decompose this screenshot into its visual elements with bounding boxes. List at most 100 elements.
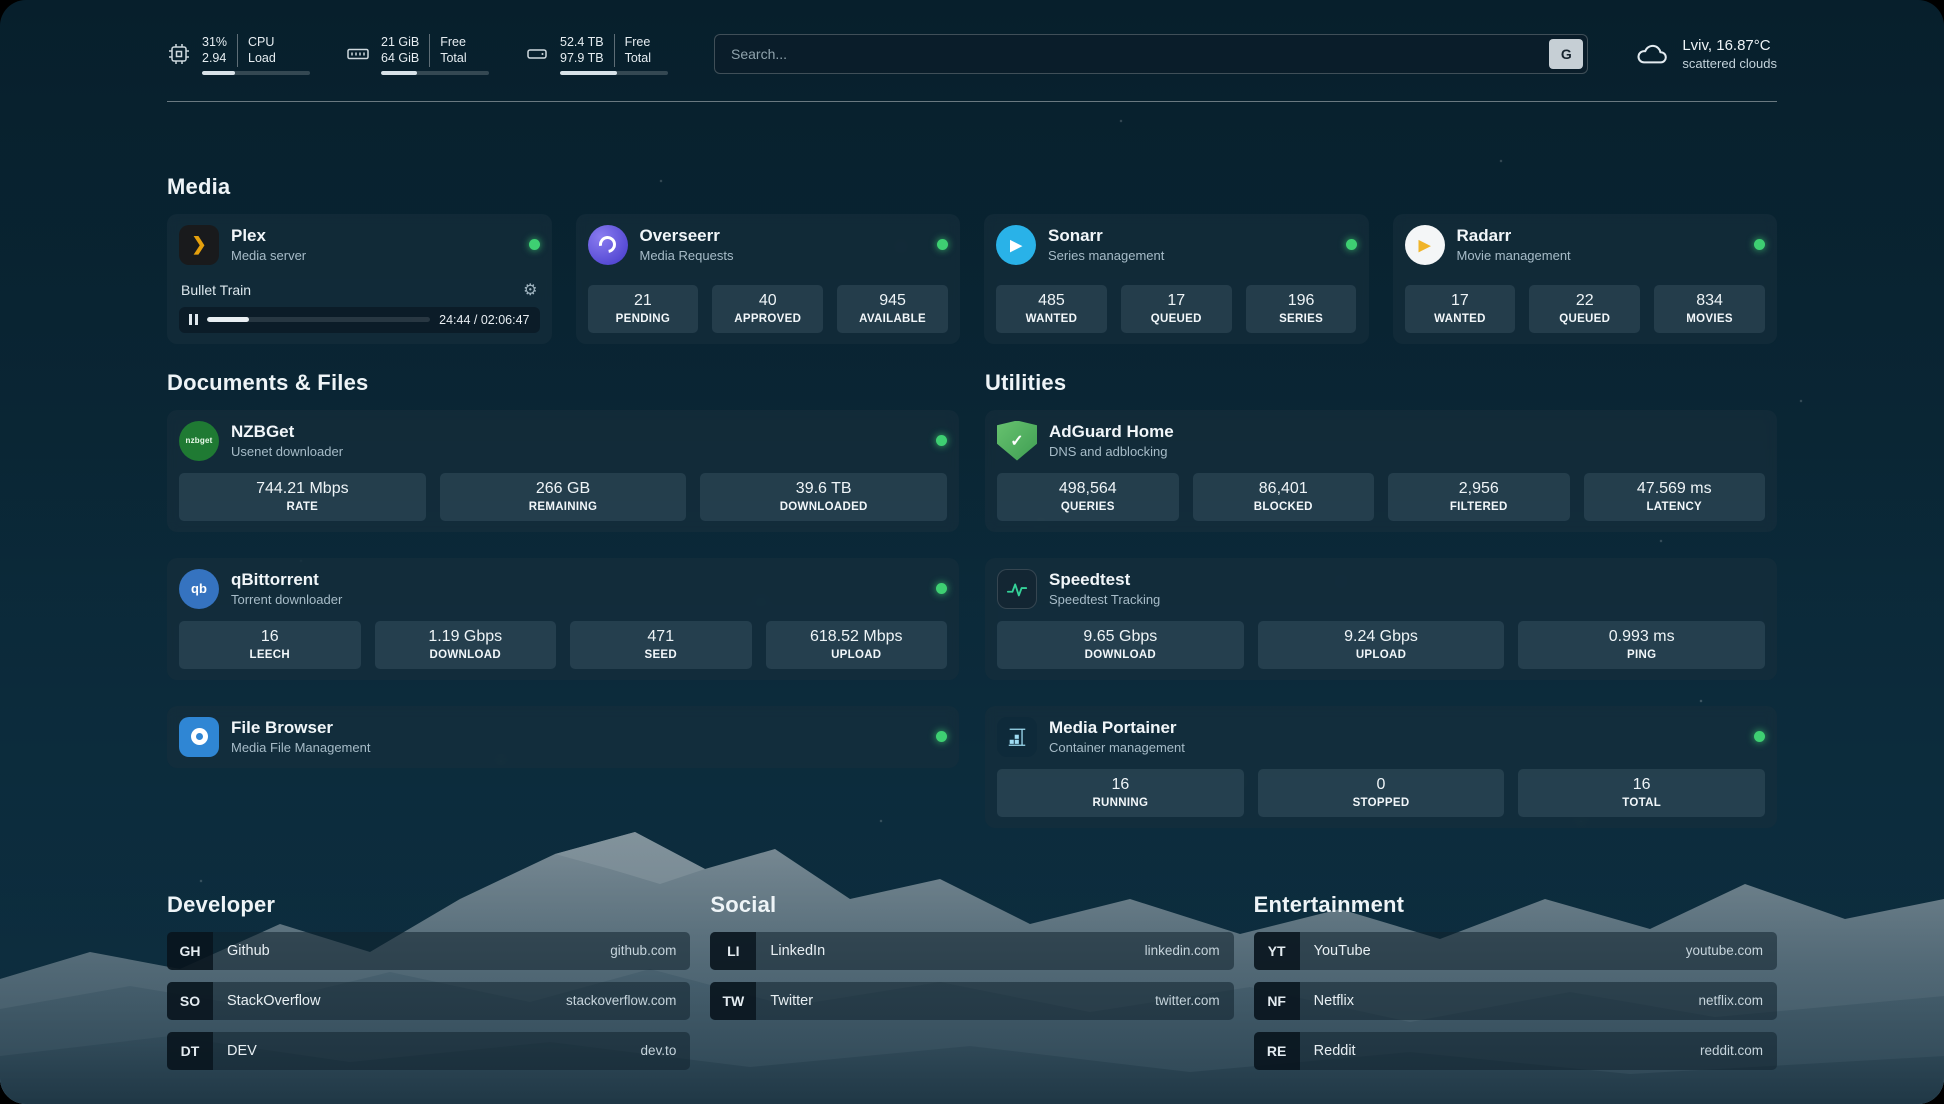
stat-queued: 17 QUEUED bbox=[1121, 285, 1232, 333]
bookmark-name: LinkedIn bbox=[756, 932, 825, 970]
top-bar: 31% 2.94 CPU Load bbox=[167, 0, 1777, 75]
app-card-adguard-home[interactable]: ✓ AdGuard Home DNS and adblocking 498,56… bbox=[985, 410, 1777, 532]
search-input[interactable] bbox=[714, 34, 1588, 74]
ram-total-value: 64 GiB bbox=[381, 50, 419, 66]
stat-queries: 498,564 QUERIES bbox=[997, 473, 1179, 521]
stat-value: 1.19 Gbps bbox=[379, 628, 553, 646]
plex-icon: ❯ bbox=[179, 225, 219, 265]
bookmark-twitter[interactable]: TW Twitter twitter.com bbox=[710, 982, 1233, 1020]
now-playing-title: Bullet Train bbox=[181, 282, 251, 298]
app-desc: Media server bbox=[231, 248, 306, 263]
card-header: ✓ AdGuard Home DNS and adblocking bbox=[997, 421, 1765, 461]
stat-label: PING bbox=[1522, 649, 1761, 661]
section-title-entertainment: Entertainment bbox=[1254, 892, 1777, 918]
stat-label: DOWNLOAD bbox=[1001, 649, 1240, 661]
app-card-file-browser[interactable]: File Browser Media File Management bbox=[167, 706, 959, 768]
disk-icon bbox=[525, 42, 549, 66]
overseerr-icon bbox=[588, 225, 628, 265]
divider bbox=[237, 34, 238, 67]
app-card-radarr[interactable]: ▶ Radarr Movie management 17 WANTED 22 Q… bbox=[1393, 214, 1778, 344]
ram-progress-bar bbox=[381, 71, 489, 75]
app-name: Media Portainer bbox=[1049, 718, 1185, 738]
stat-wanted: 17 WANTED bbox=[1405, 285, 1516, 333]
ram-widget: 21 GiB 64 GiB Free Total bbox=[346, 34, 489, 75]
stat-label: PENDING bbox=[592, 313, 695, 325]
radarr-icon: ▶ bbox=[1405, 225, 1445, 265]
gear-icon[interactable]: ⚙ bbox=[523, 280, 537, 300]
app-name: Radarr bbox=[1457, 226, 1571, 246]
qbittorrent-icon: qb bbox=[179, 569, 219, 609]
bookmark-stackoverflow[interactable]: SO StackOverflow stackoverflow.com bbox=[167, 982, 690, 1020]
bookmark-dev[interactable]: DT DEV dev.to bbox=[167, 1032, 690, 1070]
stat-leech: 16 LEECH bbox=[179, 621, 361, 669]
bookmark-section-social: Social LI LinkedIn linkedin.com TW Twitt… bbox=[710, 892, 1233, 1032]
app-name: NZBGet bbox=[231, 422, 343, 442]
search-engine-button[interactable]: G bbox=[1549, 39, 1583, 69]
stat-label: WANTED bbox=[1000, 313, 1103, 325]
bookmark-abbr: NF bbox=[1254, 982, 1300, 1020]
ram-icon bbox=[346, 42, 370, 66]
app-desc: Torrent downloader bbox=[231, 592, 342, 607]
stat-pending: 21 PENDING bbox=[588, 285, 699, 333]
status-dot-online bbox=[1754, 731, 1765, 742]
stats-row: 17 WANTED 22 QUEUED 834 MOVIES bbox=[1405, 285, 1766, 333]
app-card-speedtest[interactable]: Speedtest Speedtest Tracking 9.65 Gbps D… bbox=[985, 558, 1777, 680]
pause-icon[interactable] bbox=[189, 314, 198, 325]
app-desc: Media File Management bbox=[231, 740, 370, 755]
app-card-plex[interactable]: ❯ Plex Media server Bullet Train ⚙ 24:44… bbox=[167, 214, 552, 344]
stat-approved: 40 APPROVED bbox=[712, 285, 823, 333]
stat-download: 1.19 Gbps DOWNLOAD bbox=[375, 621, 557, 669]
app-name: AdGuard Home bbox=[1049, 422, 1174, 442]
disk-label: Free bbox=[625, 34, 651, 50]
system-widgets: 31% 2.94 CPU Load bbox=[167, 34, 668, 75]
stat-value: 834 bbox=[1658, 292, 1761, 310]
app-card-qbittorrent[interactable]: qb qBittorrent Torrent downloader 16 LEE… bbox=[167, 558, 959, 680]
app-card-sonarr[interactable]: ▶ Sonarr Series management 485 WANTED 17… bbox=[984, 214, 1369, 344]
player-progress-bar[interactable]: 24:44 / 02:06:47 bbox=[179, 307, 540, 333]
stat-upload: 9.24 Gbps UPLOAD bbox=[1258, 621, 1505, 669]
app-card-nzbget[interactable]: nzbget NZBGet Usenet downloader 744.21 M… bbox=[167, 410, 959, 532]
app-card-overseerr[interactable]: Overseerr Media Requests 21 PENDING 40 A… bbox=[576, 214, 961, 344]
bookmark-name: YouTube bbox=[1300, 932, 1371, 970]
ram-bar-fill bbox=[381, 71, 417, 75]
bookmark-name: Github bbox=[213, 932, 270, 970]
stat-value: 39.6 TB bbox=[704, 480, 943, 498]
bookmark-url: stackoverflow.com bbox=[566, 982, 690, 1020]
stat-value: 2,956 bbox=[1392, 480, 1566, 498]
app-desc: Container management bbox=[1049, 740, 1185, 755]
header-divider bbox=[167, 101, 1777, 102]
cpu-usage-value: 31% bbox=[202, 34, 227, 50]
bookmark-url: linkedin.com bbox=[1145, 932, 1234, 970]
section-media: Media ❯ Plex Media server Bullet Train ⚙… bbox=[167, 174, 1777, 344]
stat-movies: 834 MOVIES bbox=[1654, 285, 1765, 333]
app-card-media-portainer[interactable]: Media Portainer Container management 16 … bbox=[985, 706, 1777, 828]
stat-label: TOTAL bbox=[1522, 797, 1761, 809]
bookmark-linkedin[interactable]: LI LinkedIn linkedin.com bbox=[710, 932, 1233, 970]
bookmark-reddit[interactable]: RE Reddit reddit.com bbox=[1254, 1032, 1777, 1070]
disk-progress-bar bbox=[560, 71, 668, 75]
stat-series: 196 SERIES bbox=[1246, 285, 1357, 333]
bookmark-url: reddit.com bbox=[1700, 1032, 1777, 1070]
weather-location-temp: Lviv, 16.87°C bbox=[1682, 37, 1777, 54]
stat-label: RUNNING bbox=[1001, 797, 1240, 809]
bookmark-list: LI LinkedIn linkedin.com TW Twitter twit… bbox=[710, 932, 1233, 1020]
app-name: File Browser bbox=[231, 718, 370, 738]
bookmark-youtube[interactable]: YT YouTube youtube.com bbox=[1254, 932, 1777, 970]
bookmark-netflix[interactable]: NF Netflix netflix.com bbox=[1254, 982, 1777, 1020]
card-header: ▶ Radarr Movie management bbox=[1405, 225, 1766, 265]
stat-running: 16 RUNNING bbox=[997, 769, 1244, 817]
stat-value: 86,401 bbox=[1197, 480, 1371, 498]
status-dot-online bbox=[1346, 239, 1357, 250]
stat-remaining: 266 GB REMAINING bbox=[440, 473, 687, 521]
ram-label: Free bbox=[440, 34, 466, 50]
status-dot-online bbox=[1754, 239, 1765, 250]
bookmark-url: netflix.com bbox=[1698, 982, 1777, 1020]
stat-value: 945 bbox=[841, 292, 944, 310]
bookmark-github[interactable]: GH Github github.com bbox=[167, 932, 690, 970]
stat-value: 9.65 Gbps bbox=[1001, 628, 1240, 646]
stat-value: 0 bbox=[1262, 776, 1501, 794]
stat-label: LEECH bbox=[183, 649, 357, 661]
bookmark-url: twitter.com bbox=[1155, 982, 1234, 1020]
cpu-sublabel: Load bbox=[248, 50, 276, 66]
stat-label: QUEUED bbox=[1125, 313, 1228, 325]
